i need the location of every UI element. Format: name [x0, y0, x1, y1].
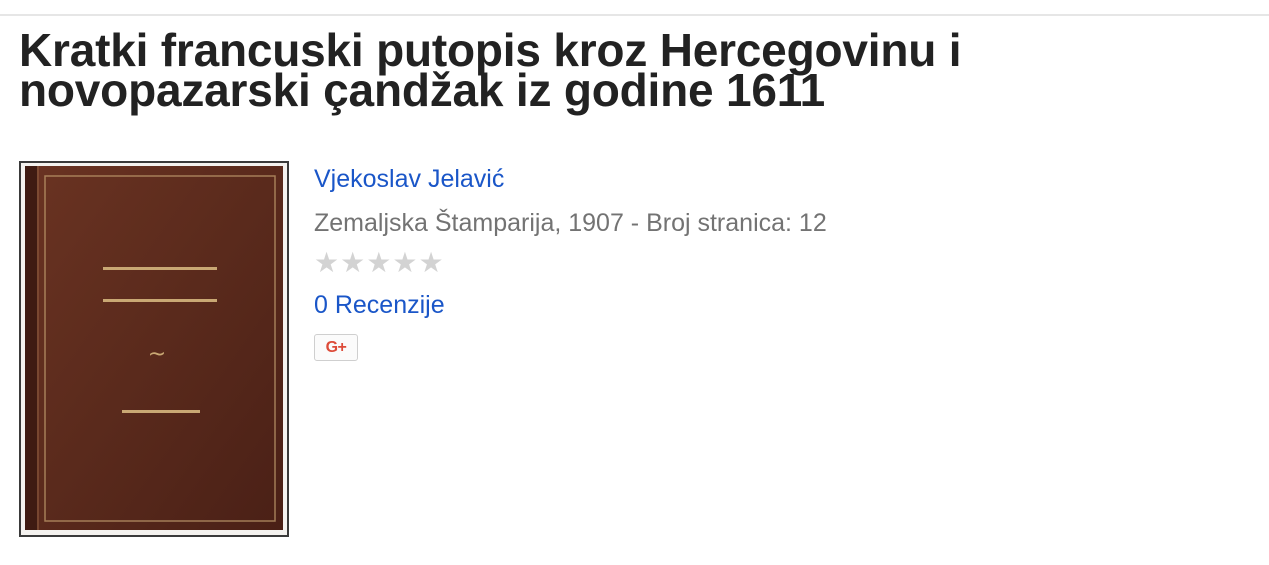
book-info: Vjekoslav Jelavić Zemaljska Štamparija, …	[314, 164, 1214, 361]
star-icon: ★	[418, 247, 444, 278]
author-link[interactable]: Vjekoslav Jelavić	[314, 164, 1214, 194]
star-rating: ★ ★ ★ ★ ★	[314, 248, 444, 278]
star-icon: ★	[340, 247, 366, 278]
top-divider	[0, 14, 1269, 16]
book-cover-image: ~	[25, 166, 283, 530]
book-title: Kratki francuski putopis kroz Hercegovin…	[19, 24, 962, 116]
book-cover[interactable]: ~	[19, 161, 289, 537]
cover-rule-1	[103, 267, 217, 270]
google-plus-share-button[interactable]: G+	[314, 334, 358, 361]
star-icon: ★	[366, 247, 392, 278]
reviews-link[interactable]: 0 Recenzije	[314, 290, 445, 320]
google-plus-icon: G+	[325, 338, 347, 356]
publisher-info: Zemaljska Štamparija, 1907 - Broj strani…	[314, 209, 827, 237]
star-icon: ★	[392, 247, 418, 278]
cover-rule-3	[122, 410, 200, 413]
star-icon: ★	[314, 247, 340, 278]
cover-rule-2	[103, 299, 217, 302]
cover-ornament: ~	[148, 342, 166, 367]
